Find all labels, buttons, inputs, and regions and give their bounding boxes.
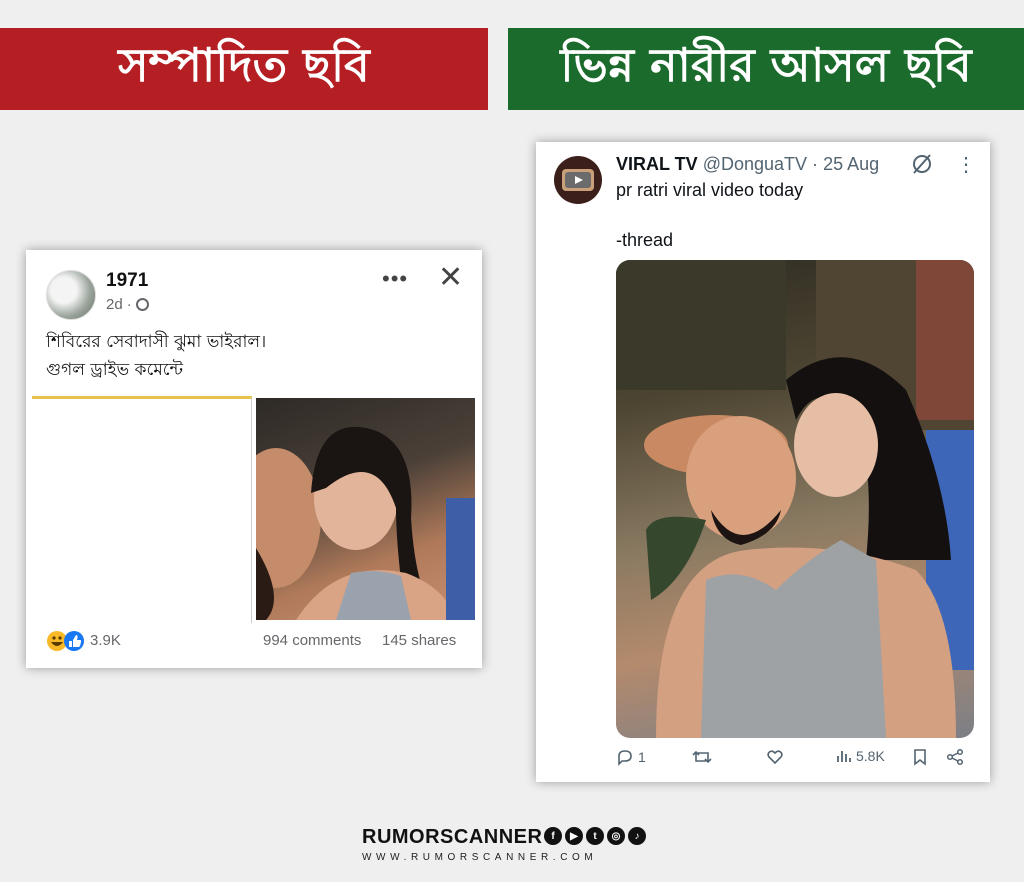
facebook-icon[interactable]: f — [544, 827, 562, 845]
facebook-post-card: 1971 2d · ••• ✕ শিবিরের সেবাদাসী ঝুমা ভা… — [26, 250, 482, 668]
tweet-text-line-2: -thread — [616, 230, 674, 250]
reply-count: 1 — [638, 749, 646, 765]
dot-separator: · — [126, 296, 132, 313]
bookmark-button[interactable] — [912, 748, 928, 766]
brand-url[interactable]: WWW.RUMORSCANNER.COM — [362, 852, 597, 863]
edited-photo-banner-text: সম্পাদিত ছবি — [118, 38, 370, 92]
post-time-text[interactable]: 2d — [106, 296, 123, 313]
handle[interactable]: @DonguaTV — [703, 154, 807, 174]
comments-count[interactable]: 994 comments — [263, 632, 361, 649]
bookmark-icon — [914, 749, 926, 766]
avatar[interactable] — [554, 156, 602, 204]
globe-icon — [135, 298, 149, 311]
reply-icon — [618, 750, 632, 766]
post-text: শিবিরের সেবাদাসী ঝুমা ভাইরাল। গুগল ড্রাই… — [46, 328, 266, 384]
like-button[interactable] — [766, 748, 784, 766]
instagram-icon[interactable]: ◎ — [607, 827, 625, 845]
original-photo-banner: ভিন্ন নারীর আসল ছবি — [508, 28, 1024, 110]
post-time: 2d · — [106, 296, 149, 313]
share-icon — [946, 748, 964, 766]
tweet-text-line-1: pr ratri viral video today — [616, 180, 804, 200]
retweet-icon — [692, 750, 712, 764]
post-text-line-1: শিবিরের সেবাদাসী ঝুমা ভাইরাল। — [46, 332, 267, 352]
youtube-icon[interactable]: ▶ — [565, 827, 583, 845]
couple-photo-original — [616, 260, 974, 738]
tiktok-icon[interactable]: ♪ — [628, 827, 646, 845]
post-footer: 3.9K 994 comments 145 shares — [46, 630, 466, 654]
tweet-image[interactable] — [616, 260, 974, 738]
views-icon — [837, 751, 851, 762]
reactions-icon[interactable] — [46, 630, 86, 652]
more-options-icon[interactable]: ⋮ — [956, 152, 976, 177]
tweet-date[interactable]: 25 Aug — [823, 154, 879, 174]
share-button[interactable] — [946, 748, 964, 766]
couple-photo-edited — [256, 426, 475, 620]
tweet-card: VIRAL TV @DonguaTV · 25 Aug ⋮ pr ratri v… — [536, 142, 990, 782]
tweet-header: VIRAL TV @DonguaTV · 25 Aug — [616, 154, 879, 175]
reactions-count[interactable]: 3.9K — [90, 632, 121, 649]
views-button[interactable]: 5.8K — [836, 748, 885, 764]
edited-photo-banner: সম্পাদিত ছবি — [0, 28, 488, 110]
close-icon[interactable]: ✕ — [438, 260, 463, 295]
brand-footer: RUMORSCANNER f ▶ t ◎ ♪ WWW.RUMORSCANNER.… — [362, 826, 662, 866]
tv-icon — [562, 169, 594, 191]
display-name[interactable]: VIRAL TV — [616, 154, 698, 174]
twitter-icon[interactable]: t — [586, 827, 604, 845]
heart-icon — [767, 750, 783, 765]
post-author[interactable]: 1971 — [106, 270, 148, 292]
grok-icon[interactable] — [910, 152, 934, 176]
shares-count[interactable]: 145 shares — [382, 632, 456, 649]
post-text-line-2: গুগল ড্রাইভ কমেন্টে — [46, 360, 183, 380]
avatar[interactable] — [46, 270, 96, 320]
original-photo-banner-text: ভিন্ন নারীর আসল ছবি — [560, 38, 972, 92]
views-count: 5.8K — [856, 748, 885, 764]
social-icons: f ▶ t ◎ ♪ — [544, 827, 646, 845]
post-image-left[interactable] — [32, 396, 252, 623]
brand-name: RUMORSCANNER — [362, 826, 543, 848]
tweet-actions: 1 5.8K — [616, 748, 974, 772]
more-options-icon[interactable]: ••• — [382, 266, 408, 292]
dot-separator: · — [812, 154, 819, 174]
retweet-button[interactable] — [692, 748, 712, 766]
reply-button[interactable]: 1 — [616, 748, 646, 766]
post-image-right[interactable] — [256, 398, 475, 620]
